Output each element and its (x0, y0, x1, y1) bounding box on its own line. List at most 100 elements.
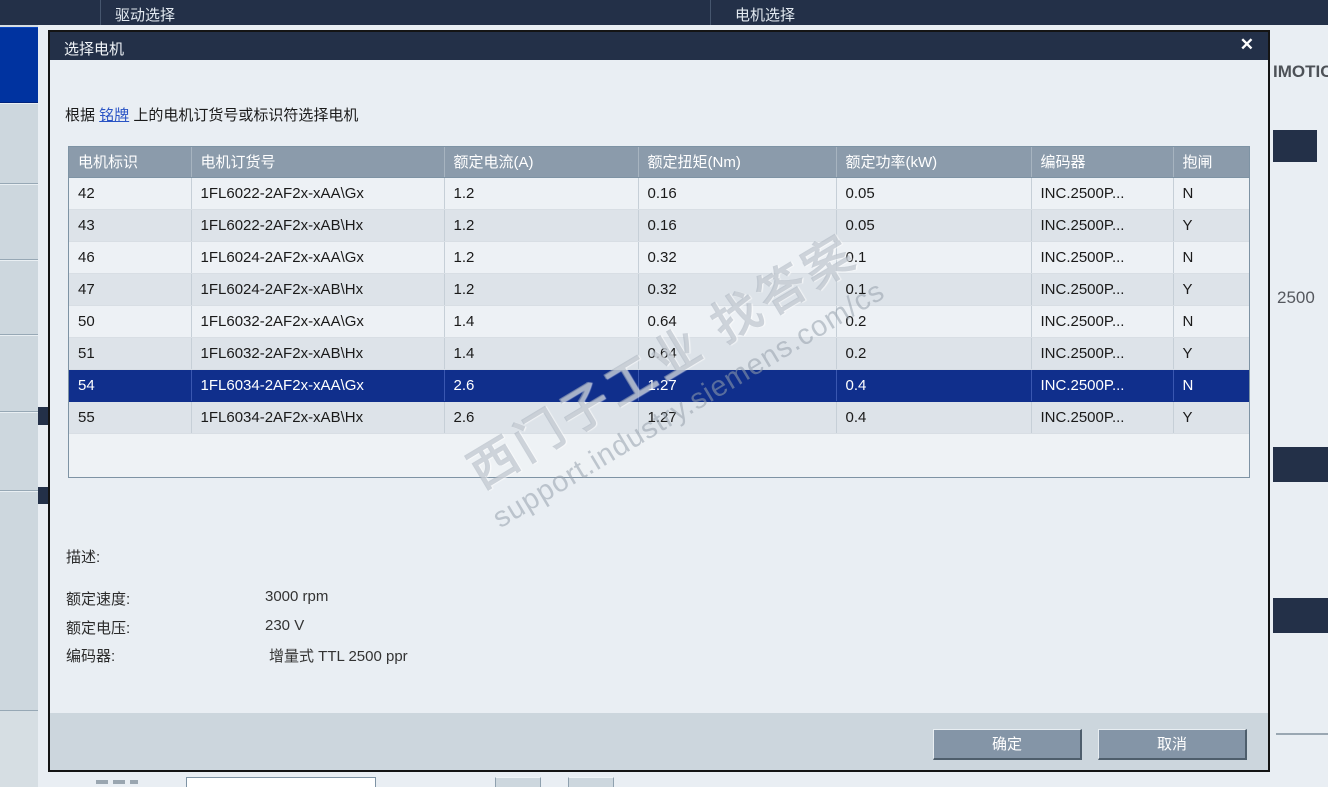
table-cell[interactable]: 1FL6032-2AF2x-xAB\Hx (191, 337, 445, 370)
table-cell[interactable]: 50 (69, 305, 192, 338)
table-cell[interactable]: 43 (69, 209, 192, 242)
table-header-row: 电机标识 电机订货号 额定电流(A) 额定扭矩(Nm) 额定功率(kW) 编码器… (69, 147, 1249, 178)
cut-off-input-field[interactable] (186, 777, 376, 787)
table-cell[interactable]: N (1173, 305, 1249, 338)
intro-text: 根据 铭牌 上的电机订货号或标识符选择电机 (65, 104, 358, 125)
table-cell[interactable]: 46 (69, 241, 192, 274)
table-cell[interactable]: 1FL6022-2AF2x-xAA\Gx (191, 177, 445, 210)
col-header-rated-current[interactable]: 额定电流(A) (444, 147, 639, 178)
table-cell[interactable]: INC.2500P... (1031, 401, 1174, 434)
table-cell[interactable]: 1.2 (444, 273, 639, 306)
table-cell[interactable]: 42 (69, 177, 192, 210)
nameplate-link[interactable]: 铭牌 (99, 107, 129, 124)
table-cell[interactable]: Y (1173, 273, 1249, 306)
nav-item[interactable] (0, 184, 38, 260)
dialog-title-bar: 选择电机 ✕ (50, 32, 1268, 60)
tab-drive-selection[interactable]: 驱动选择 (115, 4, 175, 25)
encoder-label: 编码器: (66, 648, 116, 665)
col-header-rated-torque[interactable]: 额定扭矩(Nm) (638, 147, 837, 178)
table-cell[interactable]: 1FL6034-2AF2x-xAA\Gx (191, 369, 445, 402)
table-cell[interactable]: INC.2500P... (1031, 305, 1174, 338)
table-row[interactable]: 54 1FL6034-2AF2x-xAA\Gx 2.6 1.27 0.4 INC.2500… (69, 369, 1249, 402)
col-header-order-number[interactable]: 电机订货号 (191, 147, 445, 178)
table-cell[interactable]: INC.2500P... (1031, 241, 1174, 274)
tab-motor-selection[interactable]: 电机选择 (735, 4, 795, 25)
table-cell[interactable]: 0.32 (638, 241, 837, 274)
table-cell[interactable]: 1.2 (444, 209, 639, 242)
table-cell[interactable]: N (1173, 241, 1249, 274)
table-cell[interactable]: INC.2500P... (1031, 337, 1174, 370)
table-cell[interactable]: 0.32 (638, 273, 837, 306)
table-cell[interactable]: 1FL6034-2AF2x-xAB\Hx (191, 401, 445, 434)
motor-table: 电机标识 电机订货号 额定电流(A) 额定扭矩(Nm) 额定功率(kW) 编码器… (68, 146, 1250, 478)
col-header-encoder[interactable]: 编码器 (1031, 147, 1174, 178)
table-cell[interactable]: Y (1173, 337, 1249, 370)
table-cell[interactable]: 0.64 (638, 305, 837, 338)
nav-item[interactable] (0, 335, 38, 412)
cut-off-button[interactable] (568, 777, 614, 787)
table-cell[interactable]: 1.2 (444, 177, 639, 210)
table-cell[interactable]: 0.2 (836, 337, 1032, 370)
table-cell[interactable]: 0.2 (836, 305, 1032, 338)
table-cell[interactable]: 1.4 (444, 305, 639, 338)
table-cell[interactable]: 1FL6024-2AF2x-xAB\Hx (191, 273, 445, 306)
table-row[interactable]: 47 1FL6024-2AF2x-xAB\Hx 1.2 0.32 0.1 INC.2500… (69, 273, 1249, 306)
close-icon[interactable]: ✕ (1240, 35, 1254, 55)
table-cell[interactable]: INC.2500P... (1031, 209, 1174, 242)
cut-off-button[interactable] (495, 777, 541, 787)
table-cell[interactable]: 2.6 (444, 401, 639, 434)
cut-off-text-fragment (130, 780, 138, 784)
table-cell[interactable]: 1.2 (444, 241, 639, 274)
col-header-rated-power[interactable]: 额定功率(kW) (836, 147, 1032, 178)
nav-item[interactable] (0, 260, 38, 335)
motor-table-body: 42 1FL6022-2AF2x-xAA\Gx 1.2 0.16 0.05 INC.250… (69, 177, 1249, 434)
table-cell[interactable]: 0.4 (836, 401, 1032, 434)
table-row[interactable]: 50 1FL6032-2AF2x-xAA\Gx 1.4 0.64 0.2 INC.2500… (69, 305, 1249, 338)
table-cell[interactable]: 0.4 (836, 369, 1032, 402)
select-motor-dialog: 选择电机 ✕ 根据 铭牌 上的电机订货号或标识符选择电机 电机标识 电机订货号 … (48, 30, 1270, 772)
table-cell[interactable]: 0.1 (836, 273, 1032, 306)
table-cell[interactable]: 1FL6024-2AF2x-xAA\Gx (191, 241, 445, 274)
ok-button[interactable]: 确定 (933, 729, 1082, 760)
table-cell[interactable]: 51 (69, 337, 192, 370)
table-cell[interactable]: 0.1 (836, 241, 1032, 274)
nav-item[interactable] (0, 491, 38, 711)
col-header-brake[interactable]: 抱闸 (1173, 147, 1249, 178)
table-cell[interactable]: 1.4 (444, 337, 639, 370)
table-row[interactable]: 42 1FL6022-2AF2x-xAA\Gx 1.2 0.16 0.05 INC.250… (69, 177, 1249, 210)
rated-voltage-label: 额定电压: (66, 620, 131, 637)
table-row[interactable]: 43 1FL6022-2AF2x-xAB\Hx 1.2 0.16 0.05 INC.250… (69, 209, 1249, 242)
table-cell[interactable]: 1.27 (638, 369, 837, 402)
table-cell[interactable]: 0.05 (836, 177, 1032, 210)
table-cell[interactable]: 55 (69, 401, 192, 434)
nav-item-selected[interactable] (0, 27, 38, 103)
table-cell[interactable]: 0.64 (638, 337, 837, 370)
nav-item[interactable] (0, 412, 38, 491)
table-cell[interactable]: 1.27 (638, 401, 837, 434)
table-cell[interactable]: 2.6 (444, 369, 639, 402)
table-cell[interactable]: N (1173, 369, 1249, 402)
cancel-button[interactable]: 取消 (1098, 729, 1247, 760)
table-cell[interactable]: Y (1173, 209, 1249, 242)
encoder-value: 增量式 TTL 2500 ppr (269, 648, 408, 665)
table-row[interactable]: 55 1FL6034-2AF2x-xAB\Hx 2.6 1.27 0.4 INC.2500… (69, 401, 1249, 434)
table-cell[interactable]: 1FL6022-2AF2x-xAB\Hx (191, 209, 445, 242)
dialog-footer: 确定 取消 (50, 713, 1268, 770)
table-cell[interactable]: N (1173, 177, 1249, 210)
table-row[interactable]: 46 1FL6024-2AF2x-xAA\Gx 1.2 0.32 0.1 INC.2500… (69, 241, 1249, 274)
table-cell[interactable]: INC.2500P... (1031, 369, 1174, 402)
table-cell[interactable]: 0.16 (638, 177, 837, 210)
nav-item[interactable] (0, 103, 38, 184)
col-header-motor-id[interactable]: 电机标识 (69, 147, 192, 178)
table-cell[interactable]: 0.05 (836, 209, 1032, 242)
table-row[interactable]: 51 1FL6032-2AF2x-xAB\Hx 1.4 0.64 0.2 INC.2500… (69, 337, 1249, 370)
top-bar-divider (100, 0, 101, 25)
table-cell[interactable]: 47 (69, 273, 192, 306)
table-cell[interactable]: 1FL6032-2AF2x-xAA\Gx (191, 305, 445, 338)
table-cell[interactable]: 0.16 (638, 209, 837, 242)
table-cell[interactable]: INC.2500P... (1031, 177, 1174, 210)
dialog-title: 选择电机 (64, 41, 125, 58)
table-cell[interactable]: Y (1173, 401, 1249, 434)
table-cell[interactable]: INC.2500P... (1031, 273, 1174, 306)
table-cell[interactable]: 54 (69, 369, 192, 402)
